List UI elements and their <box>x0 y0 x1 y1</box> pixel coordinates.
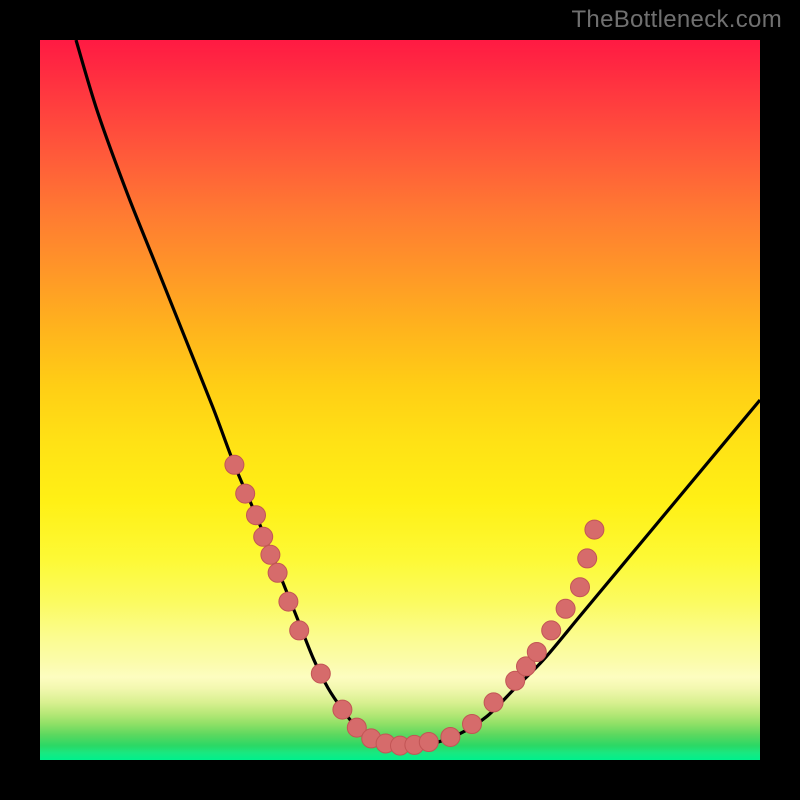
data-marker <box>527 643 546 662</box>
data-marker <box>225 455 244 474</box>
data-marker <box>268 563 287 582</box>
data-marker <box>571 578 590 597</box>
data-marker <box>279 592 298 611</box>
data-marker <box>254 527 273 546</box>
data-marker <box>333 700 352 719</box>
data-marker <box>236 484 255 503</box>
data-marker <box>542 621 561 640</box>
data-marker <box>247 506 266 525</box>
bottleneck-curve <box>76 40 760 746</box>
data-marker <box>261 545 280 564</box>
data-marker <box>441 727 460 746</box>
data-marker <box>578 549 597 568</box>
chart-frame: TheBottleneck.com <box>0 0 800 800</box>
plot-area <box>40 40 760 760</box>
data-marker <box>311 664 330 683</box>
data-marker <box>290 621 309 640</box>
markers-group <box>225 455 604 755</box>
data-marker <box>556 599 575 618</box>
watermark-text: TheBottleneck.com <box>571 6 782 34</box>
data-marker <box>585 520 604 539</box>
data-marker <box>484 693 503 712</box>
data-marker <box>463 715 482 734</box>
data-marker <box>419 733 438 752</box>
chart-svg <box>40 40 760 760</box>
